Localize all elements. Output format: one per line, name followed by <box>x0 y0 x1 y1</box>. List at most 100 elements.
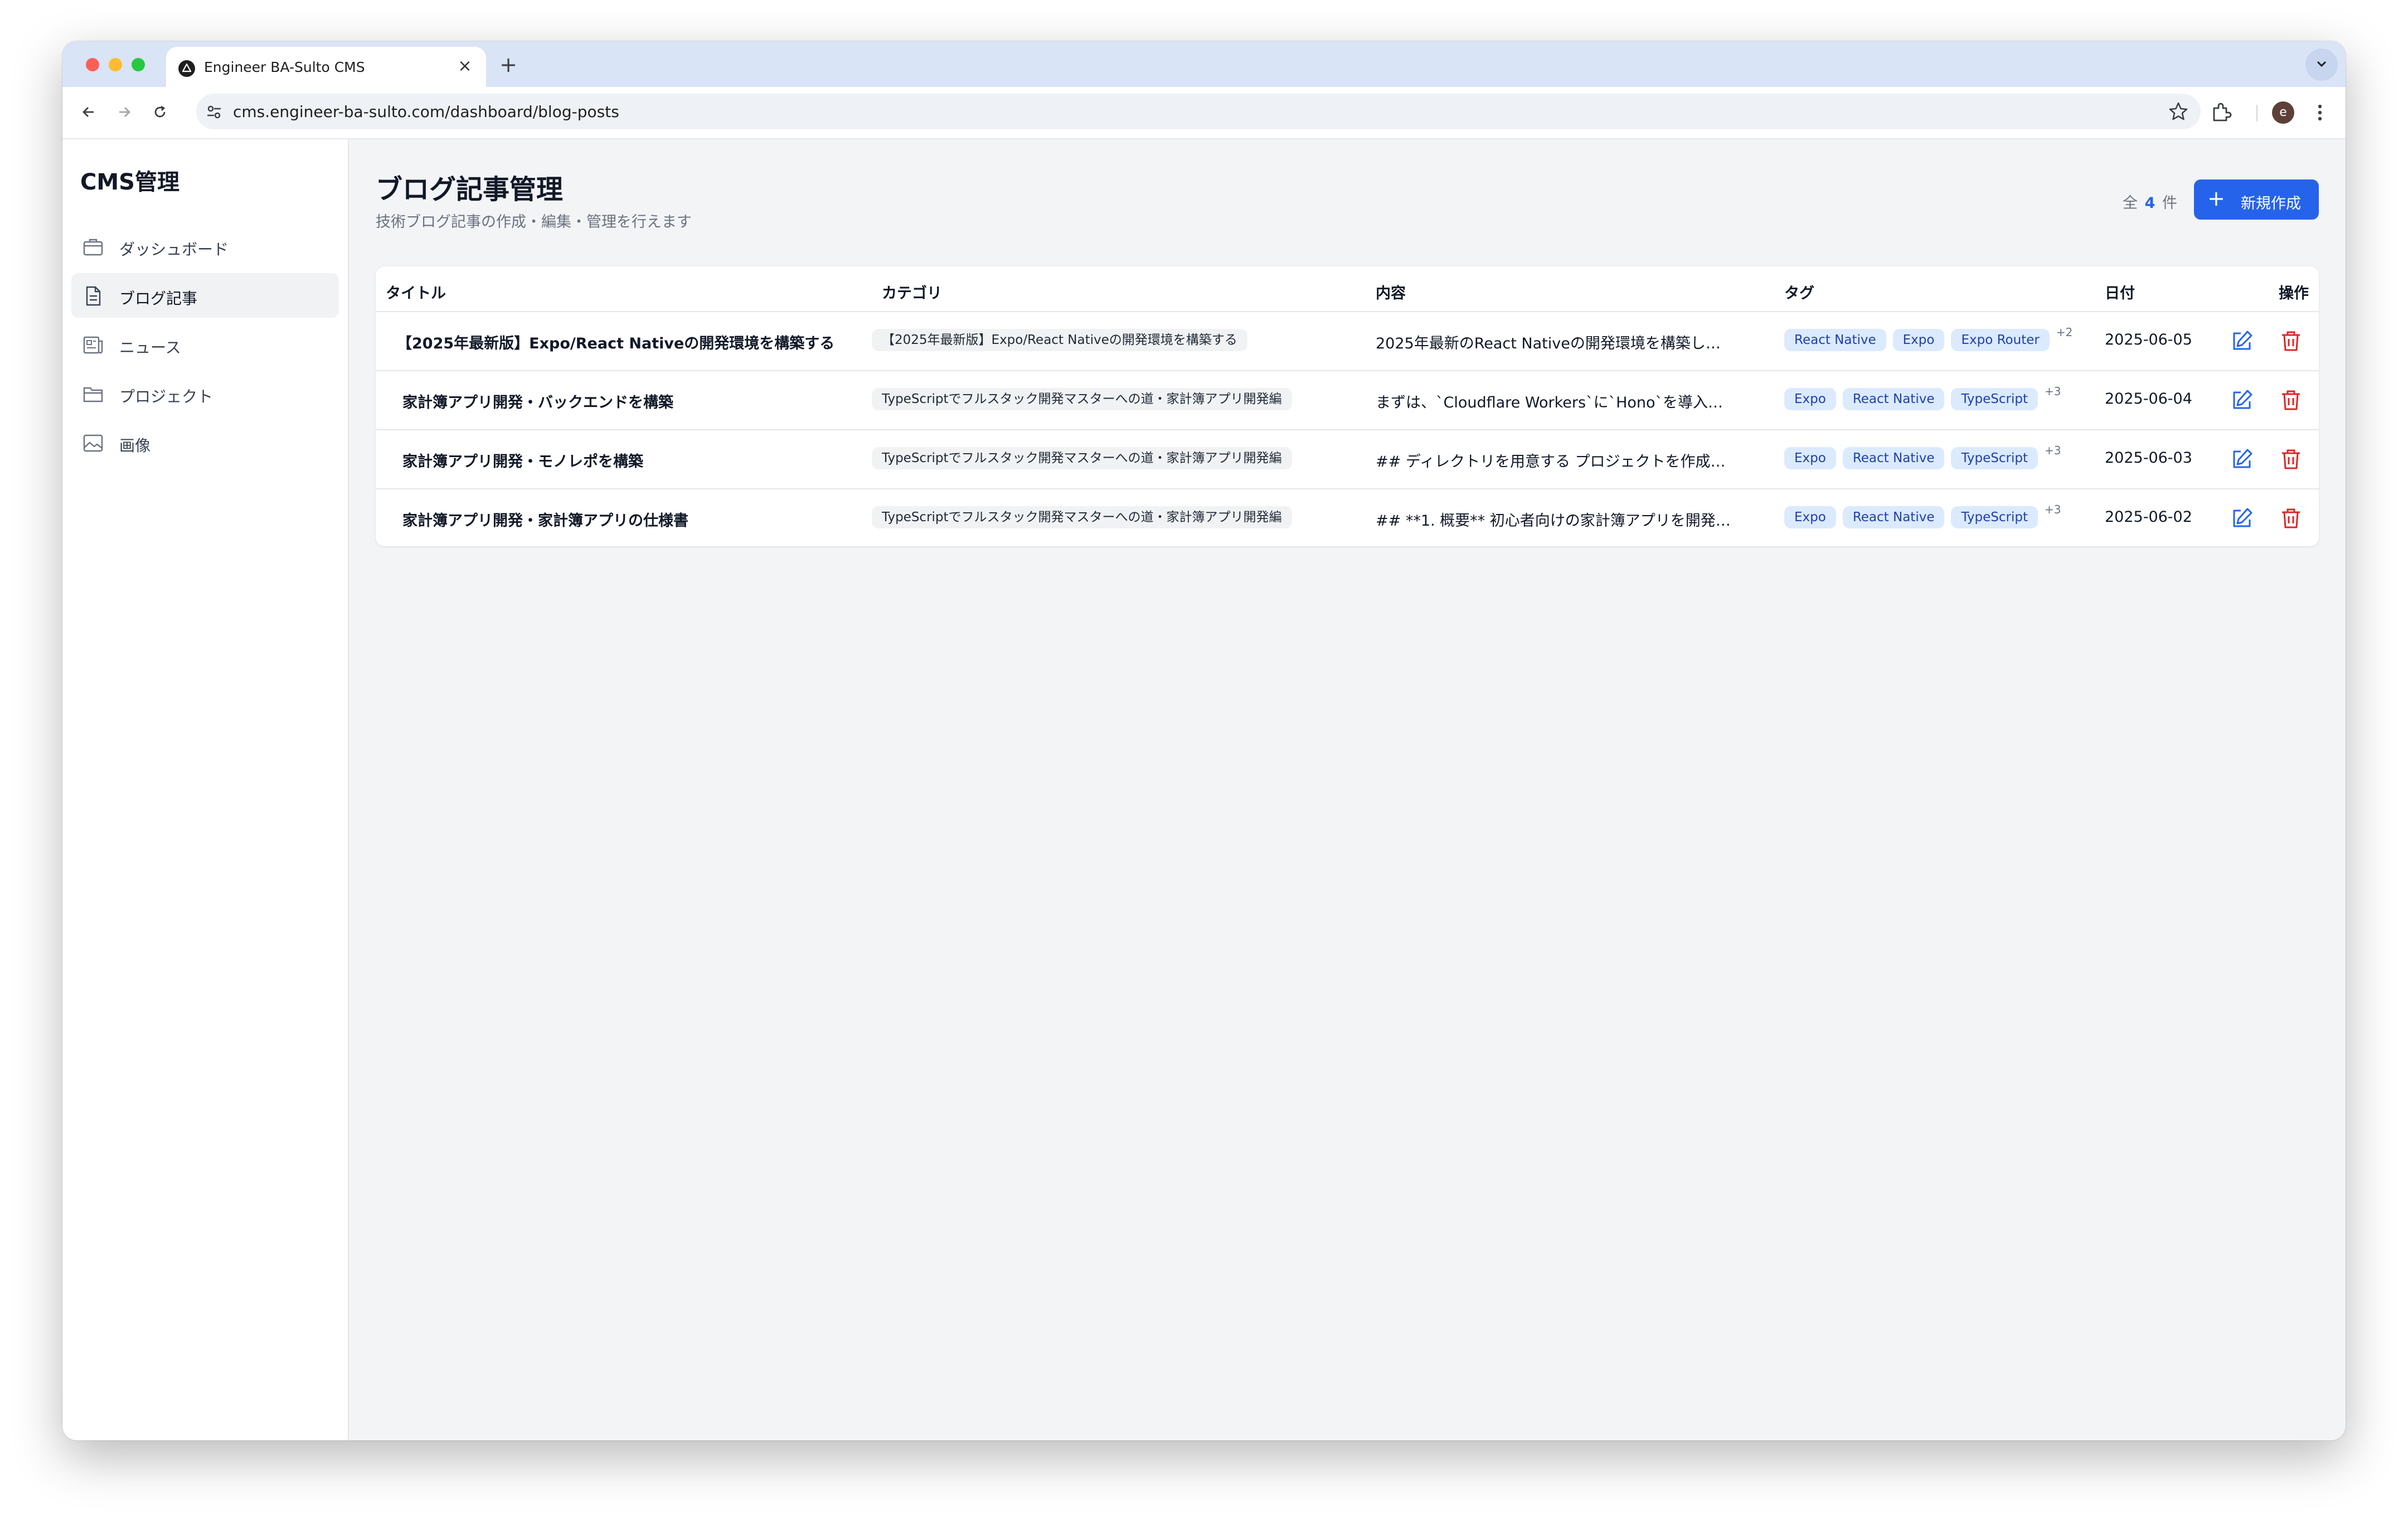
briefcase-icon <box>83 239 103 256</box>
tag-badge: TypeScript <box>1951 447 2038 469</box>
edit-icon <box>2233 508 2252 527</box>
edit-button[interactable] <box>2230 388 2254 412</box>
url-text: cms.engineer-ba-sulto.com/dashboard/blog… <box>233 103 619 121</box>
sidebar-item-blog[interactable]: ブログ記事 <box>71 273 339 318</box>
delete-button[interactable] <box>2279 506 2303 531</box>
new-post-button[interactable]: + 新規作成 <box>2194 179 2319 220</box>
plus-icon: + <box>2207 186 2225 211</box>
newspaper-icon <box>83 336 103 354</box>
post-excerpt: ## ディレクトリを用意する プロジェクトを作成… <box>1376 453 1726 470</box>
trash-icon <box>2282 449 2300 469</box>
sidebar-item-label: 画像 <box>119 436 151 455</box>
post-title[interactable]: 家計簿アプリ開発・バックエンドを構築 <box>402 390 871 412</box>
table-row[interactable]: 家計簿アプリ開発・バックエンドを構築 TypeScriptでフルスタック開発マス… <box>376 371 2319 430</box>
site-settings-icon <box>207 105 221 119</box>
column-header-content: 内容 <box>1376 285 1406 302</box>
tag-badge: React Native <box>1842 506 1945 528</box>
back-button[interactable] <box>75 98 103 126</box>
more-tags-count: +2 <box>2056 326 2073 339</box>
image-icon <box>83 434 103 452</box>
edit-icon <box>2233 449 2252 468</box>
close-window-button[interactable] <box>86 58 99 71</box>
sidebar-item-dashboard[interactable]: ダッシュボード <box>71 224 339 269</box>
tag-badge: Expo <box>1784 447 1836 469</box>
tag-badge: TypeScript <box>1951 388 2038 410</box>
tab-close-icon[interactable]: × <box>454 55 476 77</box>
browser-menu-button[interactable] <box>2307 99 2333 126</box>
tag-list: React Native Expo Expo Router +2 <box>1784 326 2073 351</box>
delete-button[interactable] <box>2279 447 2303 472</box>
post-date: 2025-06-04 <box>2105 390 2192 407</box>
tag-list: Expo React Native TypeScript +3 <box>1784 385 2061 410</box>
delete-button[interactable] <box>2279 329 2303 353</box>
new-tab-button[interactable]: + <box>496 52 521 77</box>
edit-button[interactable] <box>2230 506 2254 531</box>
browser-window: Engineer BA-Sulto CMS × + cms.engineer-b… <box>62 41 2346 1440</box>
arrow-left-icon <box>82 107 94 117</box>
category-badge: TypeScriptでフルスタック開発マスターへの道・家計簿アプリ開発編 <box>872 447 1292 469</box>
column-header-category: カテゴリ <box>882 285 942 302</box>
forward-button[interactable] <box>110 98 138 126</box>
category-badge: TypeScriptでフルスタック開発マスターへの道・家計簿アプリ開発編 <box>872 388 1292 410</box>
sidebar: CMS管理 ダッシュボード ブログ記事 ニュース プロジェクト 画像 <box>62 139 349 1440</box>
reload-button[interactable] <box>146 98 174 126</box>
trash-icon <box>2282 390 2300 410</box>
tag-badge: React Native <box>1842 388 1945 410</box>
tag-badge: Expo <box>1784 506 1836 528</box>
category-badge: 【2025年最新版】Expo/React Nativeの開発環境を構築する <box>872 329 1247 351</box>
tab-strip: Engineer BA-Sulto CMS × + <box>62 41 2346 87</box>
sidebar-item-images[interactable]: 画像 <box>71 420 339 465</box>
table-row[interactable]: 家計簿アプリ開発・モノレポを構築 TypeScriptでフルスタック開発マスター… <box>376 430 2319 489</box>
count-suffix: 件 <box>2162 195 2177 212</box>
main-content: ブログ記事管理 技術ブログ記事の作成・編集・管理を行えます 全 4 件 + 新規… <box>349 139 2346 1440</box>
table-row[interactable]: 【2025年最新版】Expo/React Nativeの開発環境を構築する 【2… <box>376 312 2319 371</box>
folder-icon <box>83 387 103 402</box>
edit-icon <box>2233 390 2252 409</box>
profile-avatar[interactable]: e <box>2272 101 2294 124</box>
table-row[interactable]: 家計簿アプリ開発・家計簿アプリの仕様書 TypeScriptでフルスタック開発マ… <box>376 489 2319 546</box>
sidebar-brand: CMS管理 <box>80 169 179 195</box>
more-tags-count: +3 <box>2045 503 2061 516</box>
post-excerpt: ## **1. 概要** 初心者向けの家計簿アプリを開発… <box>1376 512 1731 530</box>
edit-button[interactable] <box>2230 447 2254 472</box>
favicon-icon <box>178 60 195 77</box>
document-icon <box>86 286 101 306</box>
post-count: 全 4 件 <box>2123 191 2177 212</box>
post-excerpt: まずは、`Cloudflare Workers`に`Hono`を導入… <box>1376 394 1724 411</box>
post-title[interactable]: 家計簿アプリ開発・モノレポを構築 <box>402 449 871 471</box>
more-tags-count: +3 <box>2045 444 2061 457</box>
sidebar-nav: ダッシュボード ブログ記事 ニュース プロジェクト 画像 <box>71 224 339 469</box>
post-date: 2025-06-02 <box>2105 508 2192 526</box>
trash-icon <box>2282 331 2300 351</box>
column-header-tags: タグ <box>1784 285 1814 302</box>
column-header-title: タイトル <box>386 285 446 302</box>
tag-badge: Expo Router <box>1951 329 2050 351</box>
window-controls <box>86 58 145 71</box>
column-header-actions: 操作 <box>2279 285 2309 302</box>
extensions-button[interactable] <box>2207 99 2234 126</box>
sidebar-item-projects[interactable]: プロジェクト <box>71 371 339 416</box>
reload-icon <box>154 105 166 118</box>
sidebar-item-news[interactable]: ニュース <box>71 322 339 367</box>
tab-search-button[interactable] <box>2305 48 2338 81</box>
bookmark-star-icon[interactable] <box>2168 101 2188 122</box>
new-post-label: 新規作成 <box>2241 195 2301 212</box>
page-title: ブログ記事管理 <box>376 174 564 205</box>
edit-icon <box>2233 331 2252 350</box>
browser-tab[interactable]: Engineer BA-Sulto CMS × <box>166 47 486 87</box>
post-date: 2025-06-05 <box>2105 331 2192 348</box>
edit-button[interactable] <box>2230 329 2254 353</box>
address-bar[interactable]: cms.engineer-ba-sulto.com/dashboard/blog… <box>196 94 2201 129</box>
column-header-date: 日付 <box>2105 285 2135 302</box>
puzzle-icon <box>2213 103 2232 122</box>
maximize-window-button[interactable] <box>132 58 145 71</box>
category-badge: TypeScriptでフルスタック開発マスターへの道・家計簿アプリ開発編 <box>872 506 1292 528</box>
trash-icon <box>2282 508 2300 528</box>
delete-button[interactable] <box>2279 388 2303 412</box>
count-value: 4 <box>2144 195 2155 212</box>
post-excerpt: 2025年最新のReact Nativeの開発環境を構築し… <box>1376 335 1721 352</box>
post-title[interactable]: 家計簿アプリ開発・家計簿アプリの仕様書 <box>402 508 871 530</box>
minimize-window-button[interactable] <box>109 58 122 71</box>
toolbar-divider <box>2256 105 2258 122</box>
post-title[interactable]: 【2025年最新版】Expo/React Nativeの開発環境を構築する <box>397 331 865 353</box>
